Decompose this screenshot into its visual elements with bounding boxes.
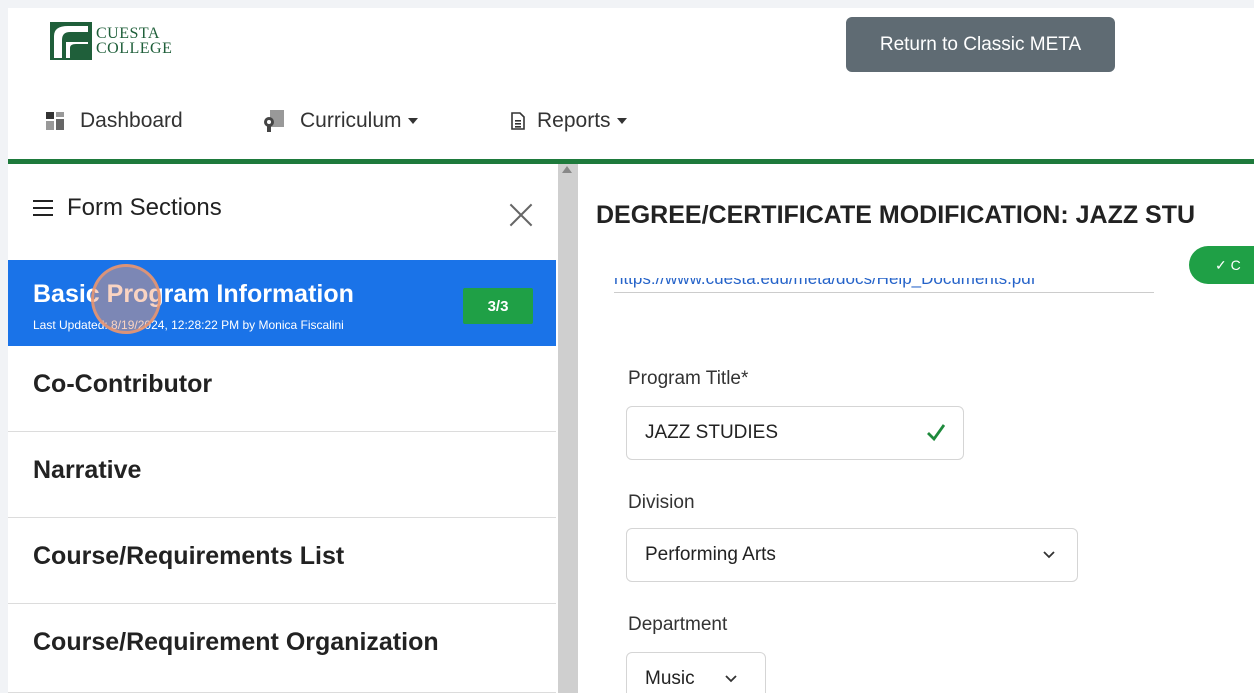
app-window: CUESTA COLLEGE Return to Classic META Da… xyxy=(8,8,1254,693)
dashboard-icon xyxy=(46,112,64,130)
last-updated-text: Last Updated: 8/19/2024, 12:28:22 PM by … xyxy=(33,318,344,332)
form-sections-title[interactable]: Form Sections xyxy=(33,194,222,222)
close-icon[interactable] xyxy=(508,202,534,228)
program-title-value: JAZZ STUDIES xyxy=(645,422,779,443)
division-label: Division xyxy=(628,492,695,513)
section-title: Course/Requirement Organization xyxy=(33,628,439,656)
curriculum-icon xyxy=(264,110,284,132)
completion-badge: 3/3 xyxy=(463,288,533,324)
chevron-down-icon xyxy=(725,675,737,683)
section-title: Co-Contributor xyxy=(33,370,213,398)
help-link[interactable]: https://www.cuesta.edu/meta/docs/Help_Do… xyxy=(614,278,1214,292)
college-logo-icon xyxy=(50,22,92,60)
section-narrative[interactable]: Narrative xyxy=(8,432,556,518)
reports-icon xyxy=(511,112,525,130)
section-title: Narrative xyxy=(33,456,142,484)
section-course-requirements-list[interactable]: Course/Requirements List xyxy=(8,518,556,604)
form-sections-header: Form Sections xyxy=(8,164,556,260)
logo-text: CUESTA COLLEGE xyxy=(96,25,173,57)
valid-check-icon xyxy=(927,424,945,442)
nav-reports-label: Reports xyxy=(537,109,611,132)
click-indicator xyxy=(91,264,161,334)
form-sections-sidebar: Form Sections Basic Program Information … xyxy=(8,164,556,693)
cuesta-college-logo[interactable]: CUESTA COLLEGE xyxy=(48,20,172,62)
section-basic-program-information[interactable]: Basic Program Information Last Updated: … xyxy=(8,260,556,346)
chevron-down-icon xyxy=(616,118,627,124)
division-value: Performing Arts xyxy=(645,544,776,565)
main-content: DEGREE/CERTIFICATE MODIFICATION: JAZZ ST… xyxy=(578,164,1254,693)
form-sections-label: Form Sections xyxy=(67,194,222,221)
division-select[interactable]: Performing Arts xyxy=(626,528,1078,582)
program-title-input[interactable]: JAZZ STUDIES xyxy=(626,406,964,460)
section-title: Course/Requirements List xyxy=(33,542,345,570)
chevron-down-icon xyxy=(1043,551,1055,559)
return-to-classic-button[interactable]: Return to Classic META xyxy=(846,17,1115,72)
page-title: DEGREE/CERTIFICATE MODIFICATION: JAZZ ST… xyxy=(596,201,1196,229)
nav-curriculum[interactable]: Curriculum xyxy=(262,109,418,133)
logo-line-1: CUESTA xyxy=(96,25,160,42)
scroll-up-arrow-icon[interactable] xyxy=(562,166,572,173)
program-title-label: Program Title* xyxy=(628,368,749,389)
section-title: Basic Program Information xyxy=(33,280,354,308)
section-co-contributor[interactable]: Co-Contributor xyxy=(8,346,556,432)
nav-curriculum-label: Curriculum xyxy=(300,109,402,132)
chevron-down-icon xyxy=(407,118,418,124)
nav-dashboard[interactable]: Dashboard xyxy=(46,109,183,133)
nav-dashboard-label: Dashboard xyxy=(80,109,183,132)
section-course-requirement-organization[interactable]: Course/Requirement Organization xyxy=(8,604,556,693)
help-link-text: https://www.cuesta.edu/meta/docs/Help_Do… xyxy=(614,278,1036,288)
divider xyxy=(614,292,1154,293)
department-label: Department xyxy=(628,614,728,635)
top-nav: Dashboard Curriculum Reports xyxy=(8,100,1254,142)
hamburger-menu-icon xyxy=(33,200,53,216)
nav-reports[interactable]: Reports xyxy=(511,109,627,133)
sidebar-scrollbar[interactable] xyxy=(558,164,578,693)
department-value: Music xyxy=(645,668,695,689)
department-select[interactable]: Music xyxy=(626,652,766,693)
logo-line-2: COLLEGE xyxy=(96,40,173,57)
